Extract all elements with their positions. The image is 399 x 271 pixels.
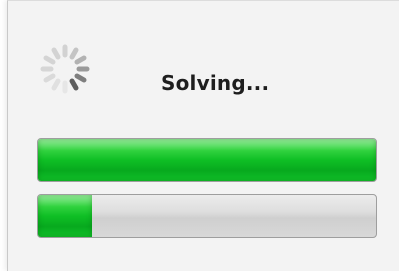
status-label: Solving... [161,71,270,95]
loading-spinner-icon [40,44,90,94]
current-progress-fill [38,195,93,237]
overall-progress-fill [38,139,376,181]
current-progress-bar [37,194,377,238]
overall-progress-bar [37,138,377,182]
progress-dialog: Solving... [7,0,399,271]
